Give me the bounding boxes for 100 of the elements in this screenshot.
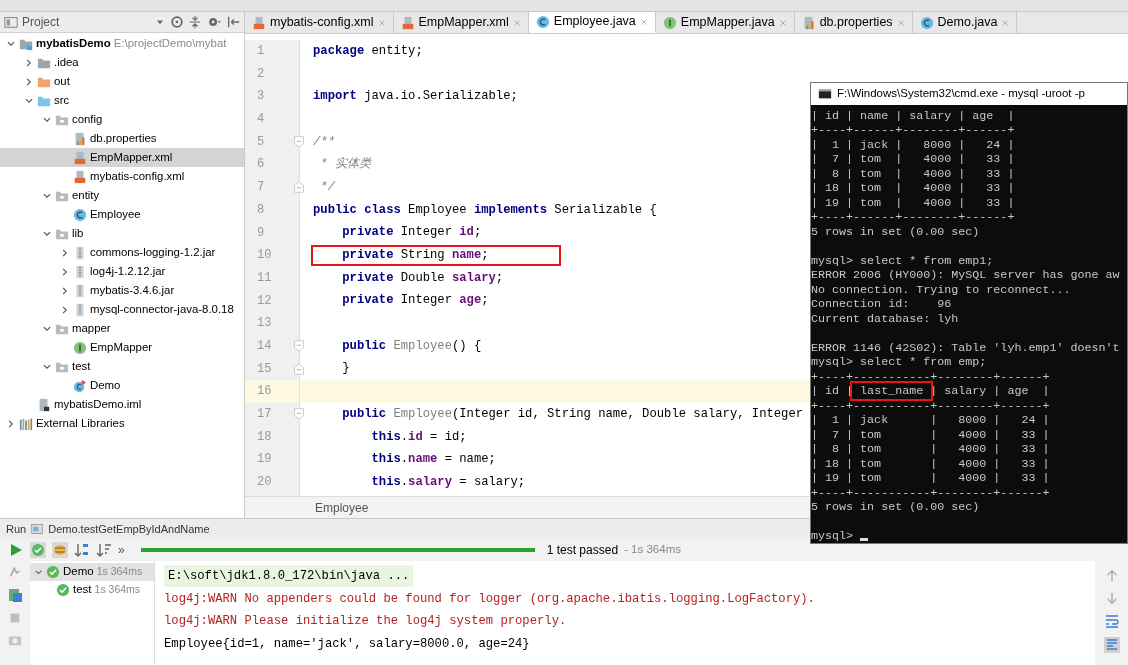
chevron-icon[interactable] [60,304,70,315]
fold-marker-icon[interactable] [293,362,305,375]
tree-row[interactable]: External Libraries [0,414,244,433]
editor-tab[interactable]: EmpMapper.xml [393,12,529,33]
tree-row[interactable]: test [0,357,244,376]
interface-icon [662,15,677,30]
tree-row[interactable]: mybatis-config.xml [0,167,244,186]
editor-tab[interactable]: db.properties [794,12,913,33]
interface-icon [73,340,87,355]
item-label: .idea [54,54,79,70]
item-label: config [72,111,103,127]
code-line: this.id = id; [370,428,468,446]
chevron-icon[interactable] [24,76,34,87]
test-duration: - 1s 364ms [624,542,681,558]
editor-tab[interactable]: Demo.java [912,12,1018,33]
test-class-icon [73,378,87,393]
code-line: package entity; [312,42,424,60]
test-time: 1s 364ms [94,582,141,598]
console-line: log4j:WARN Please initialize the log4j system properly. [164,613,567,631]
tree-row[interactable]: mybatis-3.4.6.jar [0,281,244,300]
properties-file-icon [73,131,87,146]
tree-row[interactable]: db.properties [0,129,244,148]
line-number: 1 [256,43,266,60]
tree-row[interactable]: commons-logging-1.2.jar [0,243,244,262]
tree-row[interactable]: lib [0,224,244,243]
test-method-row[interactable]: test 1s 364ms [30,581,154,599]
code-line: } [341,360,351,378]
run-config-tab[interactable]: Demo.testGetEmpByIdAndName [48,520,210,538]
console-text: | salary | age | [930,384,1050,399]
tree-row[interactable]: EmpMapper.xml [0,148,244,167]
editor-tab[interactable]: mybatis-config.xml [245,12,394,33]
export-icon[interactable] [7,587,23,603]
locate-icon[interactable] [170,15,184,29]
line-number: 6 [256,156,266,174]
line-number: 9 [256,224,266,242]
console-line: mysql> select * from emp; [811,355,987,370]
tree-row[interactable]: EmpMapper [0,338,244,357]
editor-tab[interactable]: EmpMapper.java [655,12,795,33]
breadcrumb-item[interactable]: Employee [315,498,369,517]
code-line: import java.io.Serializable; [312,88,519,106]
sort-alphabetically-icon[interactable] [74,542,90,558]
collapse-icon[interactable] [188,15,202,29]
tree-row[interactable]: mapper [0,319,244,338]
line-number: 4 [256,111,266,129]
scroll-to-end-icon[interactable] [1103,637,1120,653]
item-label: src [54,92,70,108]
chevron-icon[interactable] [24,57,34,68]
fold-marker-icon[interactable] [293,339,305,352]
test-class-row[interactable]: Demo 1s 364ms [30,563,154,581]
editor-tab[interactable]: Employee.java [528,12,656,33]
line-number: 2 [256,65,266,83]
code-line: public Employee() { [341,337,483,355]
run-icon[interactable] [8,542,24,558]
panel-title: Run [6,521,27,537]
line-number: 14 [256,337,273,355]
item-label: mybatisDemo [36,35,111,51]
console-line: mysql> select * from emp1; [811,253,994,268]
hide-panel-icon[interactable] [226,15,240,29]
tree-row[interactable]: entity [0,186,244,205]
fold-marker-icon[interactable] [293,408,305,420]
xml-file-icon [73,150,87,165]
console-line: +----+-----------+--------+------+ [811,485,1050,500]
tree-row[interactable]: Demo [0,376,244,395]
soft-wrap-icon[interactable] [1103,613,1120,629]
xml-file-icon [400,15,415,30]
class-icon [919,15,934,30]
tree-row[interactable]: mybatisDemo.iml [0,395,244,414]
code-line: */ [319,178,337,196]
line-number: 10 [256,247,273,265]
chevron-icon[interactable] [60,247,70,258]
console-line: | 7 | tom | 4000 | 33 | [811,152,1015,167]
line-number: 18 [256,428,273,446]
settings-icon[interactable] [206,15,222,29]
chevron-icon[interactable] [60,266,70,277]
sort-by-duration-icon[interactable] [96,542,112,558]
passed-filter-icon[interactable] [30,542,46,558]
more-button[interactable]: » [118,544,125,556]
fold-marker-icon[interactable] [293,135,305,148]
line-number: 11 [256,269,273,287]
passed-icon [56,583,70,597]
tree-row[interactable]: log4j-1.2.12.jar [0,262,244,281]
tree-row[interactable]: .idea [0,53,244,72]
tree-row[interactable]: out [0,72,244,91]
class-icon [73,207,87,222]
code-line: private Integer age; [341,292,490,310]
fold-marker-icon[interactable] [293,181,305,194]
tree-row[interactable]: Employee [0,205,244,224]
config-icon [31,523,44,535]
tree-row[interactable]: config [0,110,244,129]
tree-row[interactable]: src [0,91,244,110]
code-line: this.salary = salary; [370,473,527,491]
tree-row[interactable]: mysql-connector-java-8.0.18 [0,300,244,319]
line-number: 13 [256,315,273,333]
code-line: * 实体类 [319,156,373,174]
chevron-icon[interactable] [6,418,16,429]
test-name: test [73,582,92,598]
highlight-box: last_name [853,384,931,399]
chevron-icon[interactable] [60,285,70,296]
tree-row[interactable]: mybatisDemo E:\projectDemo\mybat [0,34,244,53]
item-label: test [72,358,91,374]
